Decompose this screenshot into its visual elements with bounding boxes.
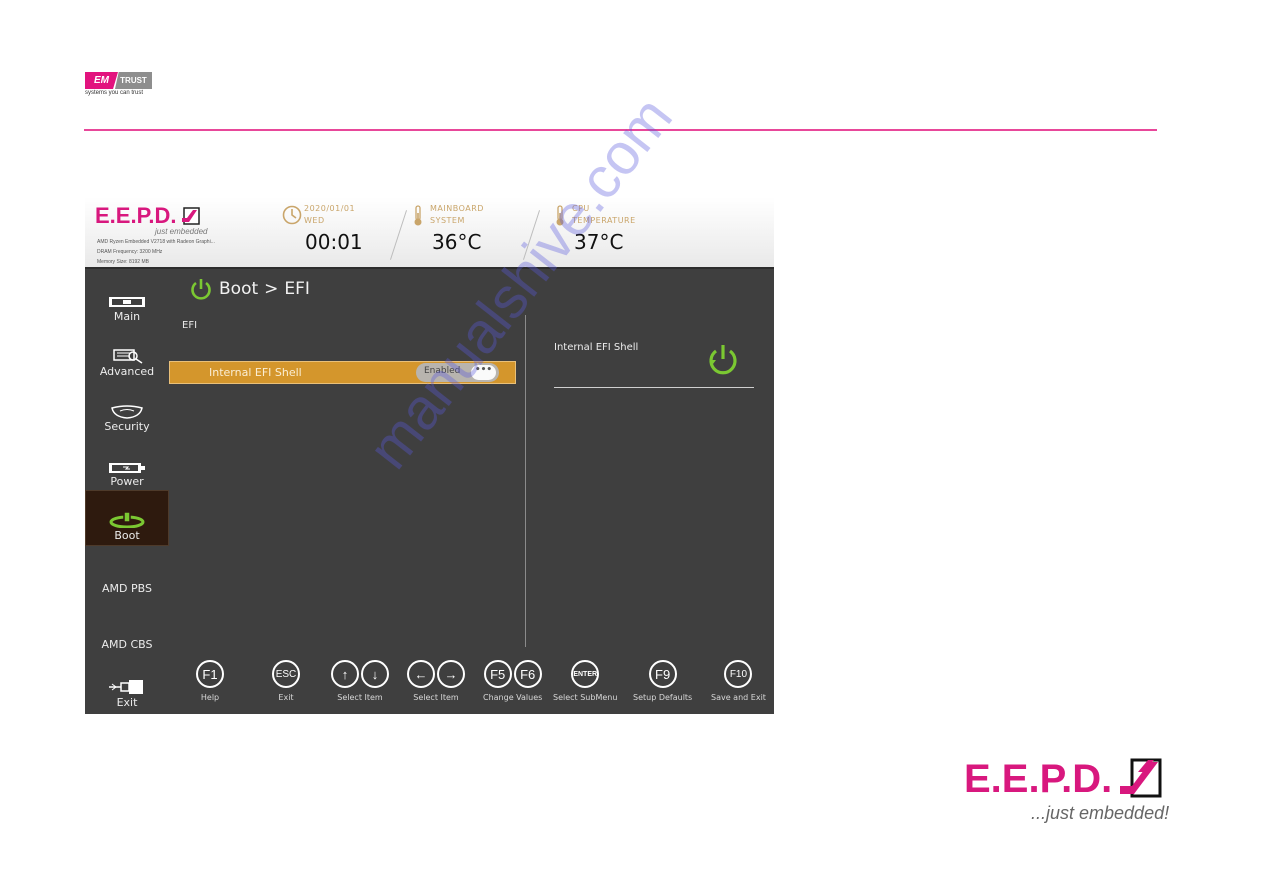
key-select-item-vertical[interactable]: ↑ ↓ Select Item xyxy=(331,660,389,702)
thermometer-icon xyxy=(414,205,422,226)
key-esc-icon: ESC xyxy=(272,660,300,688)
key-label: Setup Defaults xyxy=(633,693,693,702)
breadcrumb: Boot > EFI xyxy=(189,277,310,301)
time-value: 00:01 xyxy=(305,230,363,254)
eepd-logo: E.E.P.D. xyxy=(95,203,215,229)
key-save-and-exit[interactable]: F10 Save and Exit xyxy=(711,660,766,702)
bios-brand: E.E.P.D. just embedded AMD Ryzen Embedde… xyxy=(95,203,215,266)
breadcrumb-separator: > xyxy=(264,279,279,299)
sidebar-item-exit[interactable]: Exit xyxy=(85,673,169,728)
thermometer-icon xyxy=(556,205,564,226)
sidebar-item-advanced[interactable]: Advanced xyxy=(85,342,169,397)
key-f9-icon: F9 xyxy=(648,660,677,688)
mainboard-label-line2: SYSTEM xyxy=(430,216,465,225)
section-title: EFI xyxy=(182,320,198,331)
eepd-footer-wordmark: E.E.P.D. xyxy=(964,757,1113,801)
emtrust-logo-trust: TRUST xyxy=(115,72,152,89)
breadcrumb-page: EFI xyxy=(284,279,310,299)
key-select-item-horizontal[interactable]: ← → Select Item xyxy=(407,660,465,702)
setting-label: Internal EFI Shell xyxy=(209,366,302,379)
shield-icon xyxy=(111,405,143,419)
system-spec-cpu: AMD Ryzen Embedded V2718 with Radeon Gra… xyxy=(97,239,215,245)
emtrust-tagline: systems you can trust xyxy=(85,90,144,96)
date-label: 2020/01/01 WED xyxy=(304,203,355,227)
battery-icon xyxy=(109,463,145,473)
arrow-up-icon: ↑ xyxy=(331,660,359,688)
key-f5-icon: F5 xyxy=(483,660,512,688)
eepd-wordmark: E.E.P.D. xyxy=(95,203,177,228)
sidebar-item-boot[interactable]: Boot xyxy=(85,490,169,546)
sidebar-label: AMD CBS xyxy=(101,638,153,651)
efi-shell-power-icon xyxy=(709,345,737,375)
key-setup-defaults[interactable]: F9 Setup Defaults xyxy=(633,660,692,702)
boot-power-icon xyxy=(191,279,211,300)
setting-value-toggle[interactable]: Enabled ••• xyxy=(416,363,499,382)
system-spec-dram: DRAM Frequency: 3200 MHz xyxy=(97,249,163,255)
panel-divider xyxy=(525,315,526,647)
clock-icon xyxy=(282,205,302,225)
eepd-footer-tagline: ...just embedded! xyxy=(1031,803,1170,823)
emtrust-logo: EM TRUST systems you can trust xyxy=(85,72,155,96)
mainboard-temp-value: 36°C xyxy=(432,230,482,254)
sidebar-label: AMD PBS xyxy=(102,582,152,595)
breadcrumb-section[interactable]: Boot xyxy=(219,279,258,299)
key-label: Exit xyxy=(278,693,294,702)
day-value: WED xyxy=(304,216,325,225)
cpu-temp-value: 37°C xyxy=(574,230,624,254)
arrow-left-icon: ← xyxy=(407,660,435,688)
help-divider xyxy=(554,387,754,388)
setting-row-internal-efi-shell[interactable]: Internal EFI Shell Enabled ••• xyxy=(169,361,516,384)
sidebar-label: Exit xyxy=(116,696,138,709)
sidebar-item-amd-pbs[interactable]: AMD PBS xyxy=(85,581,169,636)
cpu-label-line1: CPU xyxy=(572,204,590,213)
cpu-label-line2: TEMPERATURE xyxy=(572,216,636,225)
eepd-logo-mark-icon xyxy=(181,207,200,225)
date-value: 2020/01/01 xyxy=(304,204,356,213)
key-label: Save and Exit xyxy=(711,693,766,702)
sidebar-label: Boot xyxy=(114,529,140,542)
status-separator xyxy=(389,210,408,260)
key-label: Select SubMenu xyxy=(553,693,618,702)
key-label: Help xyxy=(200,693,220,702)
system-spec-memory: Memory Size: 8192 MB xyxy=(97,259,149,265)
key-label: Select Item xyxy=(337,693,383,702)
key-f10-icon: F10 xyxy=(724,660,753,688)
eepd-tagline: just embedded xyxy=(155,227,208,236)
sidebar-label: Advanced xyxy=(99,365,155,378)
key-f1-icon: F1 xyxy=(196,660,224,688)
eepd-footer-logo: E.E.P.D. ...just embedded! xyxy=(964,757,1169,823)
power-icon xyxy=(109,512,145,528)
sidebar-label: Power xyxy=(110,475,144,488)
eepd-logo-mark-icon xyxy=(1120,758,1162,798)
monitor-icon xyxy=(109,297,145,307)
key-f6-icon: F6 xyxy=(513,660,542,688)
cpu-label: CPU TEMPERATURE xyxy=(572,203,636,227)
key-change-values[interactable]: F5 F6 Change Values xyxy=(483,660,542,702)
help-title: Internal EFI Shell xyxy=(554,342,639,353)
mainboard-label: MAINBOARD SYSTEM xyxy=(430,203,484,227)
setting-value: Enabled xyxy=(424,366,461,376)
header-divider xyxy=(84,129,1157,131)
key-help[interactable]: F1 Help xyxy=(196,660,224,702)
more-options-button[interactable]: ••• xyxy=(471,365,496,380)
key-enter-icon: ENTER xyxy=(571,660,600,688)
sidebar-item-main[interactable]: Main xyxy=(85,287,169,342)
key-select-submenu[interactable]: ENTER Select SubMenu xyxy=(553,660,617,702)
sidebar-item-security[interactable]: Security xyxy=(85,397,169,452)
key-label: Change Values xyxy=(483,693,543,702)
sidebar-label: Security xyxy=(104,420,150,433)
arrow-right-icon: → xyxy=(437,660,465,688)
sidebar-label: Main xyxy=(113,310,141,323)
wrench-icon xyxy=(113,349,143,364)
bios-topbar: E.E.P.D. just embedded AMD Ryzen Embedde… xyxy=(85,197,774,269)
bios-screen: E.E.P.D. just embedded AMD Ryzen Embedde… xyxy=(85,197,774,714)
mainboard-label-line1: MAINBOARD xyxy=(430,204,484,213)
key-exit[interactable]: ESC Exit xyxy=(272,660,300,702)
status-separator xyxy=(522,210,541,260)
key-label: Select Item xyxy=(413,693,459,702)
arrow-down-icon: ↓ xyxy=(361,660,389,688)
emtrust-logo-em: EM xyxy=(85,72,118,89)
usb-exit-icon xyxy=(109,680,143,694)
